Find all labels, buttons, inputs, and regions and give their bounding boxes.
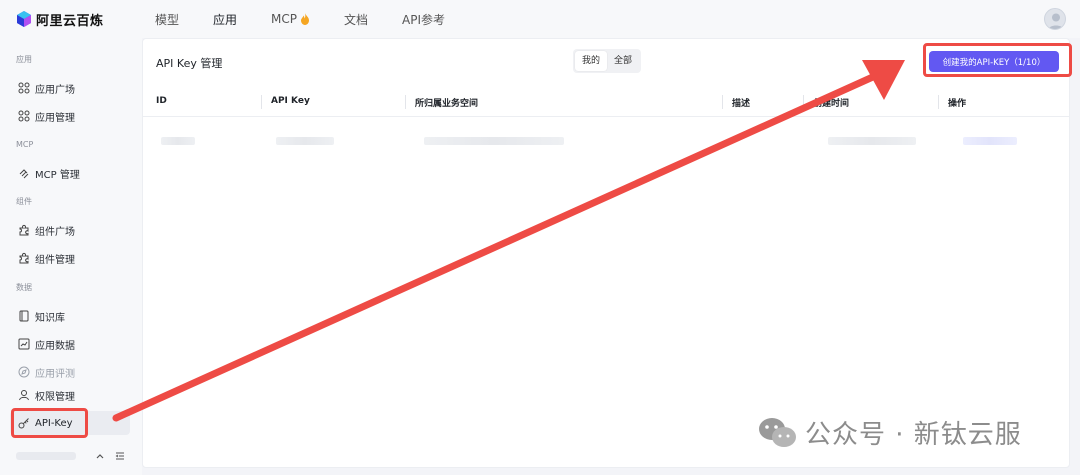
nav-models-label: 模型	[155, 12, 180, 27]
nav-apps[interactable]: 应用	[213, 11, 237, 28]
sidebar-footer	[10, 446, 130, 466]
sidebar-item-label: 应用管理	[35, 112, 75, 124]
watermark: 公众号 · 新钛云服	[757, 414, 1022, 451]
sidebar-item-label: 组件管理	[35, 254, 75, 266]
cell-created-redacted	[828, 137, 916, 145]
column-header-created-time: 创建时间	[813, 99, 850, 109]
column-header-workspace: 所归属业务空间	[415, 99, 479, 109]
table-header: ID API Key 所归属业务空间 描述 创建时间 操作	[143, 87, 1069, 117]
sidebar-group-data: 数据	[16, 283, 32, 292]
sidebar-item-permission[interactable]: 权限管理	[10, 383, 130, 407]
sidebar-item-app-manage[interactable]: 应用管理	[10, 104, 130, 128]
sidebar-group-app: 应用	[16, 55, 32, 64]
collapse-sidebar-icon[interactable]	[114, 450, 126, 462]
compass-icon	[18, 366, 30, 378]
mcp-icon	[19, 169, 29, 179]
sidebar-item-label: 知识库	[35, 312, 65, 324]
user-icon	[19, 390, 29, 401]
book-icon	[19, 310, 29, 322]
brand-name: 阿里云百炼	[36, 13, 104, 29]
flame-icon	[301, 13, 309, 25]
page-title: API Key 管理	[156, 57, 223, 70]
sidebar-item-component-plaza[interactable]: 组件广场	[10, 218, 130, 242]
grid-icon	[18, 82, 30, 94]
api-key-panel: API Key 管理 我的 全部 创建我的API-KEY（1/10） ID AP…	[142, 38, 1070, 468]
nav-api-reference[interactable]: API参考	[402, 11, 445, 28]
column-header-id: ID	[156, 96, 167, 106]
sidebar-item-label: MCP 管理	[35, 169, 80, 181]
sidebar-item-mcp-manage[interactable]: MCP 管理	[10, 161, 130, 185]
table-row	[143, 123, 1069, 151]
segment-all[interactable]: 全部	[607, 51, 639, 71]
sidebar-footer-blur	[16, 452, 76, 460]
highlight-api-key-item	[11, 408, 88, 438]
sidebar-item-label: 组件广场	[35, 226, 75, 238]
sidebar-item-label: 权限管理	[35, 391, 75, 403]
chevron-up-icon[interactable]	[94, 450, 106, 462]
highlight-create-button	[923, 43, 1072, 77]
nav-docs-label: 文档	[344, 12, 369, 27]
nav-apps-label: 应用	[213, 12, 238, 27]
brand[interactable]: 阿里云百炼	[0, 10, 142, 29]
nav-mcp[interactable]: MCP	[271, 12, 310, 26]
column-divider[interactable]	[722, 95, 723, 109]
sidebar-group-mcp: MCP	[16, 140, 34, 149]
puzzle-icon	[19, 252, 29, 264]
top-bar: 阿里云百炼 模型 应用 MCP 文档 API参考	[0, 0, 1080, 38]
segment-mine[interactable]: 我的	[575, 51, 608, 71]
sidebar-item-label: 应用数据	[35, 340, 75, 352]
sidebar-item-label: 应用评测	[35, 368, 75, 380]
column-header-actions: 操作	[948, 99, 967, 109]
sidebar-group-component: 组件	[16, 197, 32, 206]
column-header-api-key: API Key	[271, 96, 310, 106]
sidebar-item-app-plaza[interactable]: 应用广场	[10, 76, 130, 100]
puzzle-icon	[19, 224, 29, 236]
column-divider[interactable]	[261, 95, 262, 109]
sidebar-item-label: 应用广场	[35, 84, 75, 96]
sidebar-item-knowledge[interactable]: 知识库	[10, 304, 130, 328]
cell-workspace-redacted	[424, 137, 564, 145]
watermark-text: 公众号 · 新钛云服	[805, 420, 1022, 450]
nav-mcp-label: MCP	[271, 12, 297, 26]
sidebar-item-app-eval[interactable]: 应用评测	[10, 360, 130, 384]
chart-icon	[18, 338, 30, 350]
nav-models[interactable]: 模型	[155, 11, 179, 28]
nav-docs[interactable]: 文档	[344, 11, 368, 28]
wechat-icon	[759, 417, 796, 447]
column-divider[interactable]	[938, 95, 939, 109]
top-nav: 模型 应用 MCP 文档 API参考	[142, 11, 479, 28]
cell-api-key-redacted	[276, 137, 334, 145]
column-divider[interactable]	[405, 95, 406, 109]
nav-api-reference-label: API参考	[402, 12, 446, 27]
cell-id-redacted	[161, 137, 195, 145]
avatar[interactable]	[1044, 8, 1066, 30]
column-header-description: 描述	[732, 99, 751, 109]
grid-icon	[18, 110, 30, 122]
sidebar-item-app-data[interactable]: 应用数据	[10, 332, 130, 356]
user-icon	[1048, 13, 1064, 29]
sidebar-item-component-manage[interactable]: 组件管理	[10, 246, 130, 270]
brand-logo-icon	[17, 11, 31, 27]
column-divider[interactable]	[803, 95, 804, 109]
scope-segmented-control: 我的 全部	[573, 49, 642, 73]
cell-actions-redacted[interactable]	[963, 137, 1017, 145]
